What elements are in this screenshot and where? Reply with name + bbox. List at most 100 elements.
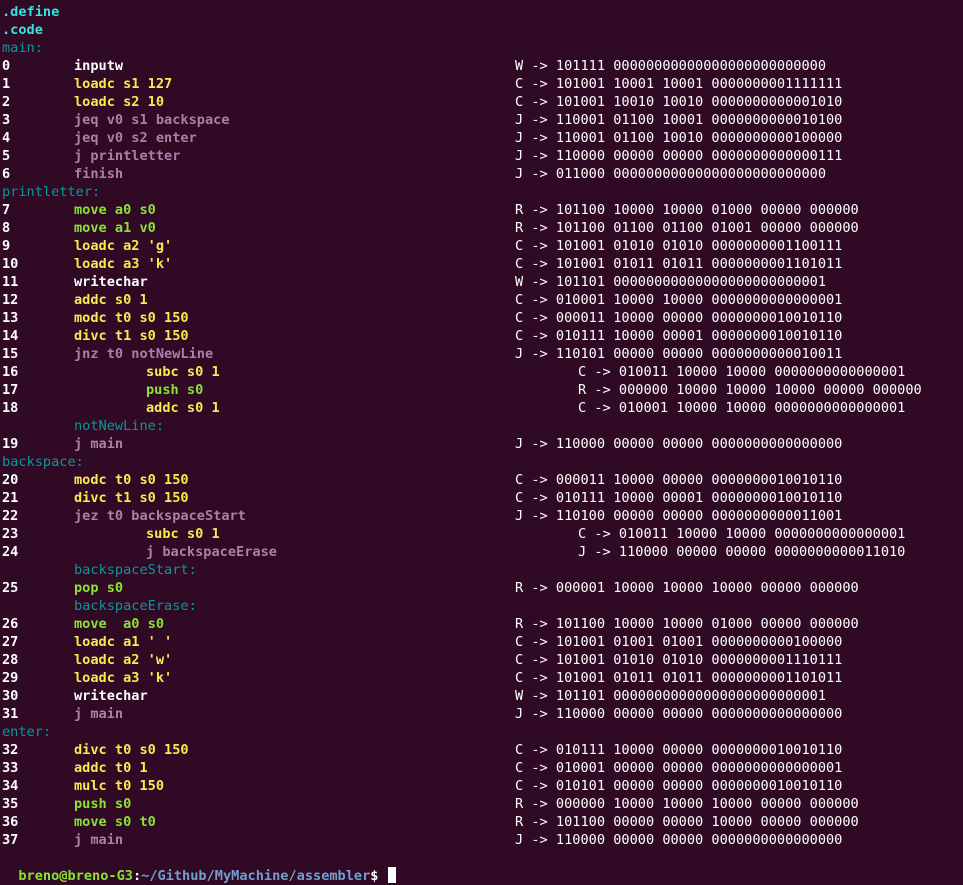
instruction-text: move a0 s0: [74, 616, 165, 632]
line-number: 4: [2, 130, 11, 146]
line-number: 12: [2, 292, 19, 308]
line-number: 22: [2, 508, 19, 524]
label-text: enter:: [2, 724, 52, 740]
line-number: 15: [2, 346, 19, 362]
line-number: 30: [2, 688, 19, 704]
label-text: backspaceErase:: [74, 598, 197, 614]
instruction-line: 35 push s0 R -> 000000 10000 10000 10000 0…: [2, 795, 963, 813]
instruction-text: j main: [74, 706, 124, 722]
instruction-text: j backspaceErase: [146, 544, 277, 560]
instruction-text: loadc s1 127: [74, 76, 173, 92]
label-text: printletter:: [2, 184, 101, 200]
instruction-line: 4 jeq v0 s2 enter J -> 110001 01100 10010 …: [2, 129, 963, 147]
line-number: 31: [2, 706, 19, 722]
instruction-text: jnz t0 notNewLine: [74, 346, 214, 362]
machine-code: J -> 110000 00000 00000 0000000000000000: [515, 706, 843, 722]
line-number: 23: [2, 526, 19, 542]
instruction-text: addc s0 1: [146, 400, 220, 416]
line-number: 6: [2, 166, 11, 182]
instruction-text: loadc a3 'k': [74, 670, 173, 686]
instruction-text: addc s0 1: [74, 292, 148, 308]
instruction-line: 28 loadc a2 'w' C -> 101001 01010 01010 00…: [2, 651, 963, 669]
instruction-line: 11 writechar W -> 101101 00000000000000000…: [2, 273, 963, 291]
line-number: 29: [2, 670, 19, 686]
label-line: main:: [2, 39, 963, 57]
machine-code: C -> 101001 10010 10010 0000000000001010: [515, 94, 843, 110]
instruction-text: divc t1 s0 150: [74, 328, 189, 344]
line-number: 34: [2, 778, 19, 794]
machine-code: C -> 101001 01010 01010 0000000001110111: [515, 652, 843, 668]
line-number: 36: [2, 814, 19, 830]
instruction-text: divc t1 s0 150: [74, 490, 189, 506]
machine-code: C -> 000011 10000 00000 0000000010010110: [515, 310, 843, 326]
machine-code: R -> 000000 10000 10000 10000 00000 0000…: [515, 796, 859, 812]
line-number: 11: [2, 274, 19, 290]
instruction-line: 16 subc s0 1 C -> 010011 10000 10000 00000…: [2, 363, 963, 381]
instruction-line: 18 addc s0 1 C -> 010001 10000 10000 00000…: [2, 399, 963, 417]
label-line: backspace:: [2, 453, 963, 471]
instruction-text: move a1 v0: [74, 220, 156, 236]
directive-line: .code: [2, 21, 963, 39]
line-number: 13: [2, 310, 19, 326]
directive-text: .define: [2, 4, 60, 20]
shell-prompt[interactable]: breno@breno-G3:~/Github/MyMachine/assemb…: [2, 849, 396, 884]
line-number: 5: [2, 148, 11, 164]
line-number: 8: [2, 220, 11, 236]
machine-code: W -> 101101 00000000000000000000000001: [515, 688, 826, 704]
instruction-line: 36 move s0 t0 R -> 101100 00000 00000 1000…: [2, 813, 963, 831]
line-number: 10: [2, 256, 19, 272]
instruction-text: subc s0 1: [146, 526, 220, 542]
instruction-text: loadc a2 'w': [74, 652, 173, 668]
instruction-text: inputw: [74, 58, 124, 74]
instruction-line: 27 loadc a1 ' ' C -> 101001 01001 01001 00…: [2, 633, 963, 651]
machine-code: R -> 101100 00000 00000 10000 00000 0000…: [515, 814, 859, 830]
instruction-text: j printletter: [74, 148, 181, 164]
instruction-line: 9 loadc a2 'g' C -> 101001 01010 01010 000…: [2, 237, 963, 255]
line-number: 35: [2, 796, 19, 812]
machine-code: C -> 010001 00000 00000 0000000000000001: [515, 760, 843, 776]
machine-code: R -> 000000 10000 10000 10000 00000 0000…: [578, 382, 922, 398]
machine-code: J -> 110001 01100 10001 0000000000010100: [515, 112, 843, 128]
instruction-text: divc t0 s0 150: [74, 742, 189, 758]
instruction-line: 25 pop s0 R -> 000001 10000 10000 10000 00…: [2, 579, 963, 597]
instruction-line: 10 loadc a3 'k' C -> 101001 01011 01011 00…: [2, 255, 963, 273]
instruction-text: mulc t0 150: [74, 778, 165, 794]
instruction-line: 7 move a0 s0 R -> 101100 10000 10000 01000…: [2, 201, 963, 219]
instruction-line: 13 modc t0 s0 150 C -> 000011 10000 00000 …: [2, 309, 963, 327]
instruction-text: move s0 t0: [74, 814, 156, 830]
instruction-line: 26 move a0 s0 R -> 101100 10000 10000 0100…: [2, 615, 963, 633]
machine-code: R -> 000001 10000 10000 10000 00000 0000…: [515, 580, 859, 596]
label-line: backspaceErase:: [2, 597, 963, 615]
line-number: 9: [2, 238, 11, 254]
instruction-line: 30 writechar W -> 101101 00000000000000000…: [2, 687, 963, 705]
label-line: printletter:: [2, 183, 963, 201]
instruction-text: pop s0: [74, 580, 124, 596]
line-number: 33: [2, 760, 19, 776]
prompt-path: ~/Github/MyMachine/assembler: [141, 868, 371, 884]
line-number: 26: [2, 616, 19, 632]
instruction-line: 0 inputw W -> 101111 000000000000000000000…: [2, 57, 963, 75]
instruction-line: 2 loadc s2 10 C -> 101001 10010 10010 0000…: [2, 93, 963, 111]
instruction-line: 5 j printletter J -> 110000 00000 00000 00…: [2, 147, 963, 165]
instruction-text: loadc s2 10: [74, 94, 165, 110]
machine-code: C -> 010001 10000 10000 0000000000000001: [578, 400, 906, 416]
instruction-line: 20 modc t0 s0 150 C -> 000011 10000 00000 …: [2, 471, 963, 489]
instruction-text: modc t0 s0 150: [74, 310, 189, 326]
line-number: 20: [2, 472, 19, 488]
instruction-line: 33 addc t0 1 C -> 010001 00000 00000 00000…: [2, 759, 963, 777]
line-number: 7: [2, 202, 11, 218]
line-number: 18: [2, 400, 19, 416]
label-line: backspaceStart:: [2, 561, 963, 579]
terminal-output: .define .code main: 0 inputw W -> 101111 0000…: [2, 3, 963, 849]
machine-code: C -> 101001 01011 01011 0000000001101011: [515, 256, 843, 272]
instruction-text: loadc a2 'g': [74, 238, 173, 254]
line-number: 27: [2, 634, 19, 650]
machine-code: J -> 011000 00000000000000000000000000: [515, 166, 826, 182]
instruction-text: finish: [74, 166, 124, 182]
machine-code: R -> 101100 10000 10000 01000 00000 0000…: [515, 202, 859, 218]
label-text: notNewLine:: [74, 418, 165, 434]
instruction-line: 32 divc t0 s0 150 C -> 010111 10000 00000 …: [2, 741, 963, 759]
label-text: main:: [2, 40, 43, 56]
machine-code: J -> 110000 00000 00000 0000000000011010: [578, 544, 906, 560]
line-number: 0: [2, 58, 11, 74]
